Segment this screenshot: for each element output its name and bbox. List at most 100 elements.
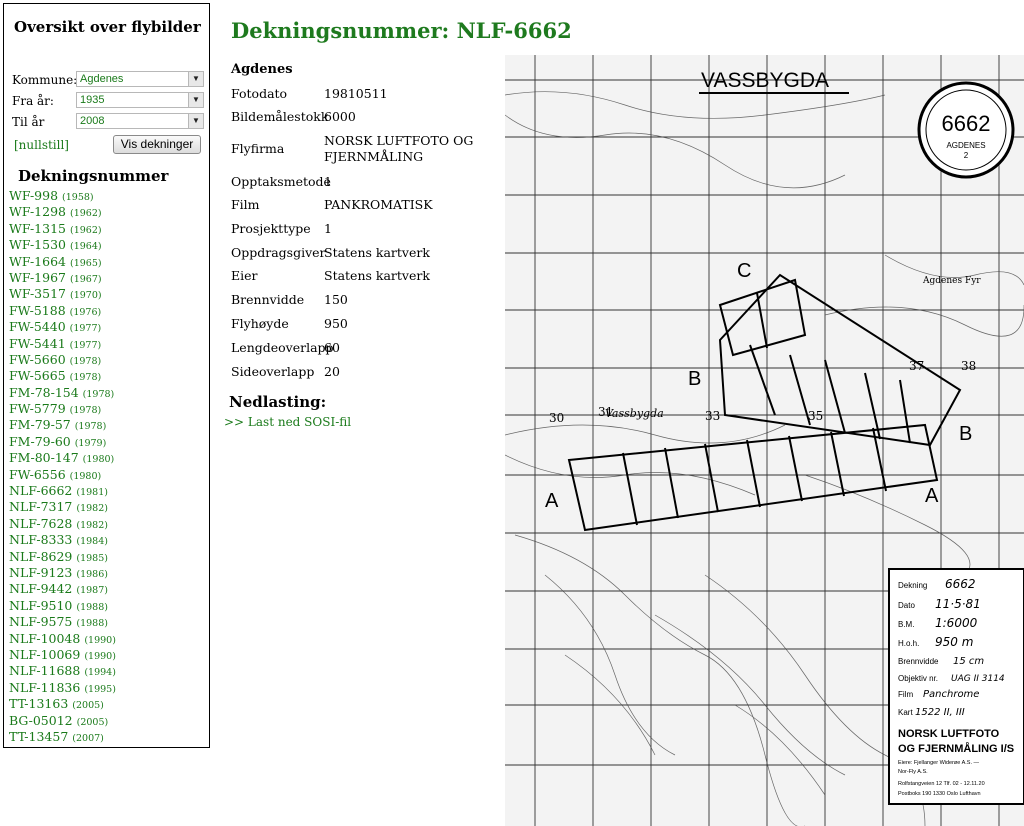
coverage-link[interactable]: WF-998 [9, 188, 58, 203]
grid-number: 30 [549, 411, 564, 425]
coverage-link[interactable]: WF-3517 [9, 286, 66, 301]
coverage-link[interactable]: FM-80-147 [9, 450, 79, 465]
coverage-list-item: NLF-8333 (1984) [9, 532, 116, 548]
coverage-year: (1977) [69, 323, 102, 335]
info-label: B.M. [898, 620, 914, 629]
coverage-link[interactable]: NLF-9123 [9, 565, 72, 580]
stamp-number: 6662 [942, 111, 991, 136]
coverage-link[interactable]: NLF-11688 [9, 663, 80, 678]
strip-label-c: C [737, 260, 751, 282]
coverage-link[interactable]: FM-79-60 [9, 434, 71, 449]
stamp-mark: 2 [964, 151, 969, 160]
strip-label-a-right: A [925, 485, 939, 507]
coverage-list-item: WF-1315 (1962) [9, 221, 116, 237]
detail-value: 6000 [324, 109, 356, 124]
coverage-year: (1980) [82, 454, 115, 466]
coverage-link[interactable]: NLF-8333 [9, 532, 72, 547]
strip-label-b-right: B [959, 423, 972, 445]
coverage-year: (1990) [84, 650, 116, 662]
coverage-map-image: 6662 AGDENES 2 VASSBYGDA A A B B C 30 31… [505, 55, 1024, 826]
coverage-year: (1978) [69, 355, 102, 367]
info-company-line2: OG FJERNMÅLING I/S [898, 742, 1014, 755]
coverage-list-item: NLF-8629 (1985) [9, 549, 116, 565]
coverage-link[interactable]: WF-1315 [9, 221, 66, 236]
stamp-sub: AGDENES [946, 141, 985, 150]
coverage-list-item: BG-05012 (2005) [9, 713, 116, 729]
coverage-link[interactable]: FW-5665 [9, 368, 66, 383]
fra-year-select[interactable]: 1935 ▼ [76, 92, 204, 108]
coverage-year: (1981) [76, 487, 108, 499]
coverage-list-item: TT-13457 (2007) [9, 729, 116, 745]
detail-value: 20 [324, 364, 340, 379]
strip-label-a-left: A [545, 490, 559, 512]
coverage-year: (2005) [76, 716, 109, 728]
coverage-link[interactable]: BG-05012 [9, 713, 73, 728]
coverage-link[interactable]: WF-1530 [9, 237, 66, 252]
coverage-link[interactable]: NLF-6662 [9, 483, 72, 498]
coverage-year: (1987) [76, 585, 108, 597]
map-svg: 6662 AGDENES 2 VASSBYGDA A A B B C 30 31… [505, 55, 1024, 826]
coverage-year: (1990) [84, 634, 116, 646]
kommune-row: Kommune: Agdenes ▼ [12, 71, 207, 89]
coverage-link[interactable]: FW-5441 [9, 336, 66, 351]
coverage-list-heading: Dekningsnummer [18, 167, 169, 185]
coverage-year: (1986) [76, 568, 108, 580]
info-label: Brennvidde [898, 657, 939, 666]
coverage-link[interactable]: FW-5779 [9, 401, 66, 416]
coverage-list-item: NLF-10069 (1990) [9, 647, 116, 663]
coverage-list-item: NLF-10048 (1990) [9, 631, 116, 647]
coverage-list-item: FW-5188 (1976) [9, 303, 116, 319]
coverage-link[interactable]: NLF-9510 [9, 598, 72, 613]
info-company-line1: NORSK LUFTFOTO [898, 728, 1000, 740]
detail-key: Flyhøyde [231, 316, 289, 331]
coverage-link[interactable]: FM-78-154 [9, 385, 79, 400]
coverage-list-item: NLF-11688 (1994) [9, 663, 116, 679]
coverage-list: WF-998 (1958) WF-1298 (1962) WF-1315 (1962… [9, 188, 116, 745]
kommune-heading: Agdenes [231, 62, 293, 77]
detail-value: 950 [324, 316, 348, 331]
coverage-link[interactable]: FM-79-57 [9, 417, 71, 432]
coverage-link[interactable]: NLF-10069 [9, 647, 80, 662]
coverage-link[interactable]: NLF-8629 [9, 549, 72, 564]
coverage-link[interactable]: TT-13457 [9, 729, 68, 744]
coverage-year: (1958) [62, 192, 94, 203]
reset-link[interactable]: [nullstill] [14, 138, 69, 152]
detail-key: Sideoverlapp [231, 364, 315, 379]
coverage-link[interactable]: NLF-9575 [9, 614, 72, 629]
detail-key: Flyfirma [231, 141, 285, 156]
info-label: Dekning [898, 581, 927, 590]
info-value: 15 cm [953, 656, 984, 667]
coverage-link[interactable]: FW-5660 [9, 352, 66, 367]
coverage-link[interactable]: WF-1967 [9, 270, 66, 285]
coverage-link[interactable]: NLF-7317 [9, 499, 72, 514]
coverage-link[interactable]: TT-13163 [9, 696, 68, 711]
coverage-list-item: WF-1967 (1967) [9, 270, 116, 286]
coverage-link[interactable]: NLF-7628 [9, 516, 72, 531]
coverage-list-item: NLF-9510 (1988) [9, 598, 116, 614]
kommune-select[interactable]: Agdenes ▼ [76, 71, 204, 87]
coverage-year: (1962) [69, 208, 102, 220]
coverage-link[interactable]: FW-5440 [9, 319, 66, 334]
til-year-select[interactable]: 2008 ▼ [76, 113, 204, 129]
coverage-list-item: FW-5440 (1977) [9, 319, 116, 335]
coverage-link[interactable]: FW-5188 [9, 303, 66, 318]
coverage-link[interactable]: NLF-11836 [9, 680, 80, 695]
coverage-link[interactable]: NLF-9442 [9, 581, 72, 596]
coverage-link[interactable]: FW-6556 [9, 467, 66, 482]
show-coverages-button[interactable]: Vis dekninger [113, 135, 201, 154]
coverage-list-item: NLF-6662 (1981) [9, 483, 116, 499]
coverage-link[interactable]: WF-1664 [9, 254, 66, 269]
coverage-link[interactable]: NLF-10048 [9, 631, 80, 646]
coverage-list-item: FM-79-57 (1978) [9, 417, 116, 433]
info-small-line: Rolfstangveien 12 Tlf. 02 - 12.11.20 [898, 781, 985, 787]
download-sosi-link[interactable]: >> Last ned SOSI-fil [224, 415, 351, 429]
coverage-year: (1988) [76, 601, 108, 613]
coverage-list-item: NLF-7628 (1982) [9, 516, 116, 532]
place-label-agdenes-fyr: Agdenes Fyr [922, 276, 981, 286]
coverage-link[interactable]: WF-1298 [9, 204, 66, 219]
fra-row: Fra år: 1935 ▼ [12, 92, 207, 110]
download-heading: Nedlasting: [229, 393, 327, 411]
coverage-year: (1994) [84, 667, 116, 679]
detail-value: Statens kartverk [324, 245, 430, 260]
detail-value: PANKROMATISK [324, 197, 433, 212]
